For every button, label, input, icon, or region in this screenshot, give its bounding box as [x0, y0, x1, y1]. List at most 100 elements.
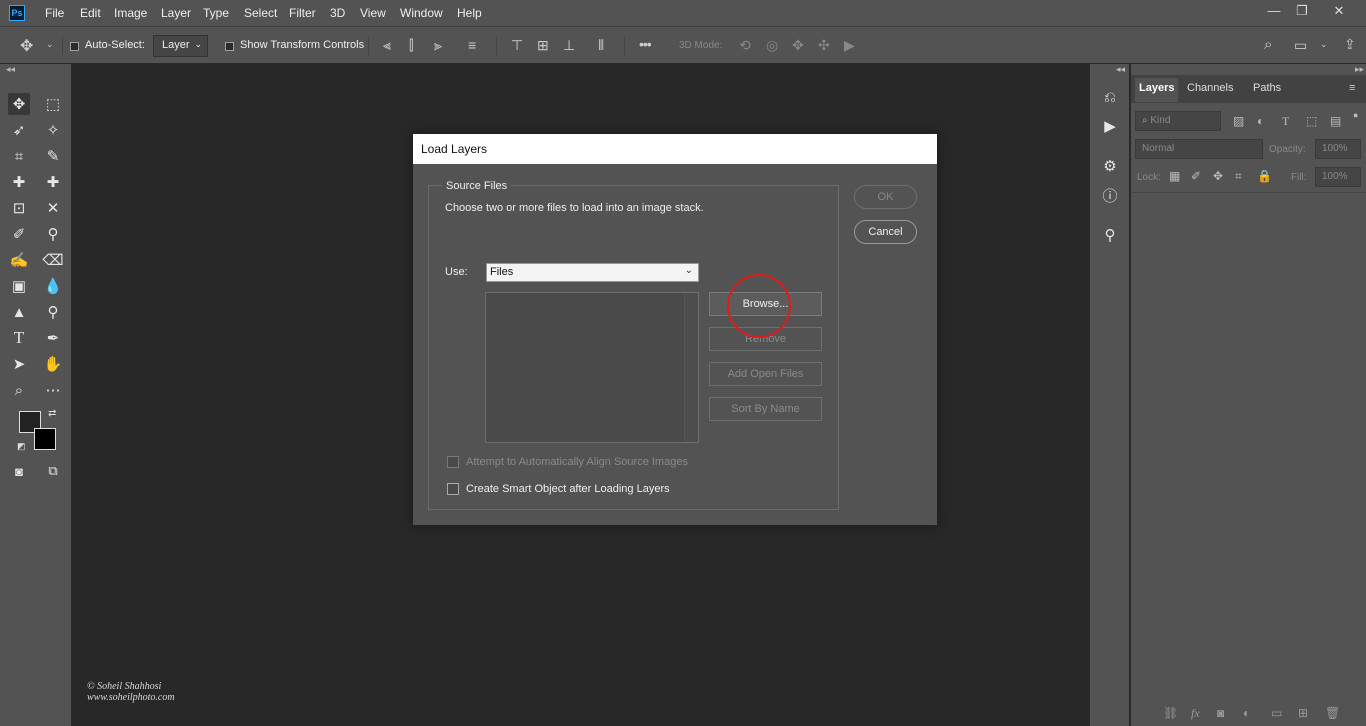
share-icon[interactable]: ⇪: [1344, 36, 1356, 53]
align-top-icon[interactable]: ⊤: [511, 37, 523, 54]
path-selection-tool-icon[interactable]: ➤: [8, 353, 30, 375]
close-button[interactable]: ✕: [1329, 3, 1349, 19]
menu-window[interactable]: Window: [400, 6, 443, 20]
tab-paths[interactable]: Paths: [1249, 78, 1285, 102]
actions-panel-icon[interactable]: ▶: [1100, 116, 1120, 136]
sharpen-tool-icon[interactable]: ▲: [8, 301, 30, 323]
search-icon[interactable]: ⌕: [1264, 36, 1272, 53]
clone-source-panel-icon[interactable]: ⚲: [1100, 225, 1120, 245]
smart-object-checkbox[interactable]: Create Smart Object after Loading Layers: [447, 483, 670, 495]
menu-view[interactable]: View: [360, 6, 386, 20]
menu-filter[interactable]: Filter: [289, 6, 316, 20]
file-list[interactable]: [485, 292, 699, 443]
lasso-tool-icon[interactable]: ➶: [8, 119, 30, 141]
history-panel-icon[interactable]: ⎌: [1100, 87, 1120, 107]
orbit-3d-icon[interactable]: ⟲: [739, 37, 751, 54]
smart-object-filter-icon[interactable]: ▤: [1330, 114, 1341, 128]
align-middle-icon[interactable]: ⊞: [537, 37, 549, 54]
collapse-icon[interactable]: ◂◂: [6, 64, 15, 75]
tab-layers[interactable]: Layers: [1135, 78, 1179, 102]
menu-layer[interactable]: Layer: [161, 6, 191, 20]
distribute-icon[interactable]: ≡: [468, 37, 476, 53]
blend-mode-dropdown[interactable]: Normal: [1135, 139, 1263, 159]
slide-3d-icon[interactable]: ✣: [818, 37, 830, 54]
restore-button[interactable]: ❐: [1292, 3, 1312, 19]
delete-layer-icon[interactable]: 🗑: [1325, 706, 1340, 720]
layer-style-icon[interactable]: fx: [1191, 706, 1200, 721]
roll-3d-icon[interactable]: ◎: [766, 37, 778, 54]
pan-3d-icon[interactable]: ✥: [792, 37, 804, 54]
minimize-button[interactable]: —: [1264, 3, 1284, 18]
align-left-icon[interactable]: ⫷: [383, 37, 391, 54]
align-right-icon[interactable]: ⫸: [434, 37, 442, 54]
lock-transparent-icon[interactable]: ▦: [1169, 169, 1180, 183]
zoom-tool-icon[interactable]: ⌕: [8, 379, 30, 401]
fill-field[interactable]: 100%: [1315, 167, 1361, 187]
adjustment-filter-icon[interactable]: ◐: [1257, 114, 1264, 128]
opacity-field[interactable]: 100%: [1315, 139, 1361, 159]
swap-colors-icon[interactable]: ⇄: [48, 408, 56, 419]
pen-tool-icon[interactable]: ✒: [42, 327, 64, 349]
blur-tool-icon[interactable]: 💧: [42, 275, 64, 297]
cancel-button[interactable]: Cancel: [854, 220, 917, 244]
filter-kind-dropdown[interactable]: ⌕ Kind: [1135, 111, 1221, 131]
distribute-vertical-icon[interactable]: ⦀: [598, 37, 604, 54]
gradient-tool-icon[interactable]: ▣: [8, 275, 30, 297]
more-options-icon[interactable]: •••: [639, 36, 652, 52]
use-dropdown[interactable]: Files ⌄: [486, 263, 699, 282]
panel-menu-icon[interactable]: ≡: [1349, 82, 1355, 94]
remove-button[interactable]: Remove: [709, 327, 822, 351]
collapse-icon[interactable]: ◂◂: [1116, 64, 1125, 75]
background-color-swatch[interactable]: [34, 428, 56, 450]
auto-align-checkbox[interactable]: Attempt to Automatically Align Source Im…: [447, 456, 688, 468]
more-tools-icon[interactable]: ⋯: [42, 379, 64, 401]
history-brush-tool-icon[interactable]: ✍: [8, 249, 30, 271]
type-tool-icon[interactable]: T: [8, 327, 30, 349]
hand-tool-icon[interactable]: ✋: [42, 353, 64, 375]
lock-image-icon[interactable]: ✐: [1191, 169, 1201, 183]
menu-type[interactable]: Type: [203, 6, 229, 20]
chevron-down-icon[interactable]: ⌄: [1320, 39, 1328, 50]
lock-position-icon[interactable]: ✥: [1213, 169, 1223, 183]
menu-select[interactable]: Select: [244, 6, 277, 20]
properties-panel-icon[interactable]: ⚙: [1100, 156, 1120, 176]
filter-toggle-icon[interactable]: ●: [1353, 110, 1358, 120]
new-layer-icon[interactable]: ⊞: [1298, 706, 1308, 720]
scrollbar[interactable]: [684, 293, 698, 442]
add-open-files-button[interactable]: Add Open Files: [709, 362, 822, 386]
auto-select-checkbox[interactable]: [70, 39, 79, 53]
screen-mode-icon[interactable]: ⧉: [42, 460, 64, 482]
collapse-icon[interactable]: ▸▸: [1355, 64, 1364, 75]
browse-button[interactable]: Browse...: [709, 292, 822, 316]
eyedropper-tool-icon[interactable]: ✎: [42, 145, 64, 167]
tab-channels[interactable]: Channels: [1183, 78, 1237, 102]
quick-mask-icon[interactable]: ◙: [8, 460, 30, 482]
clone-stamp-tool-icon[interactable]: ⚲: [42, 223, 64, 245]
content-aware-move-tool-icon[interactable]: ✕: [42, 197, 64, 219]
ok-button[interactable]: OK: [854, 185, 917, 209]
show-transform-checkbox[interactable]: [225, 39, 234, 53]
type-filter-icon[interactable]: T: [1282, 114, 1289, 129]
workspace-icon[interactable]: ▭: [1294, 37, 1307, 54]
move-tool-icon[interactable]: ✥: [8, 93, 30, 115]
menu-image[interactable]: Image: [114, 6, 147, 20]
adjustment-layer-icon[interactable]: ◐: [1243, 706, 1250, 720]
add-mask-icon[interactable]: ◙: [1217, 706, 1224, 720]
menu-3d[interactable]: 3D: [330, 6, 345, 20]
menu-edit[interactable]: Edit: [80, 6, 101, 20]
dodge-tool-icon[interactable]: ⚲: [42, 301, 64, 323]
align-bottom-icon[interactable]: ⊥: [563, 37, 575, 54]
patch-tool-icon[interactable]: ✚: [42, 171, 64, 193]
menu-help[interactable]: Help: [457, 6, 482, 20]
brush-tool-icon[interactable]: ✐: [8, 223, 30, 245]
shape-filter-icon[interactable]: ⬚: [1306, 114, 1317, 128]
magic-wand-tool-icon[interactable]: ✧: [42, 119, 64, 141]
pixel-filter-icon[interactable]: ▨: [1233, 114, 1244, 128]
align-center-icon[interactable]: ⫿: [409, 37, 413, 54]
info-panel-icon[interactable]: ⓘ: [1100, 185, 1120, 205]
default-colors-icon[interactable]: ◩: [17, 441, 26, 452]
video-camera-icon[interactable]: ▶: [844, 37, 855, 54]
link-layers-icon[interactable]: ⛓: [1163, 706, 1178, 720]
lock-artboard-icon[interactable]: ⌗: [1235, 169, 1242, 184]
new-group-icon[interactable]: ▭: [1271, 706, 1282, 720]
